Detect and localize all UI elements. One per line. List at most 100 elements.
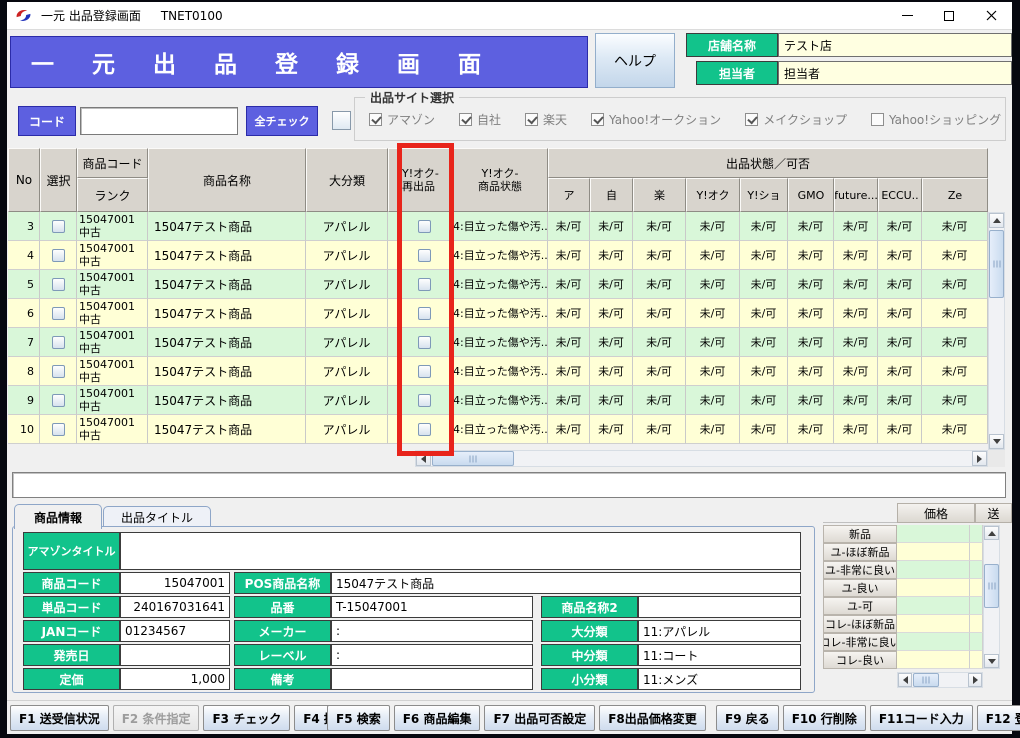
- shipping-value-cell[interactable]: [970, 579, 983, 597]
- site-checkbox-icon[interactable]: [369, 113, 382, 126]
- shipping-value-cell[interactable]: [970, 561, 983, 579]
- field-value[interactable]: 01234567: [120, 620, 230, 642]
- category-cell: アパレル: [306, 357, 388, 386]
- table-horizontal-scrollbar[interactable]: [415, 450, 988, 467]
- price-value-cell[interactable]: [897, 615, 970, 633]
- price-value-cell[interactable]: [897, 543, 970, 561]
- field-value[interactable]: :: [331, 644, 533, 666]
- reexhibit-checkbox[interactable]: [418, 307, 431, 320]
- store-name-field[interactable]: テスト店: [778, 33, 1012, 57]
- scroll-down-button[interactable]: [989, 434, 1004, 449]
- shipping-value-cell[interactable]: [970, 615, 983, 633]
- shipping-value-cell[interactable]: [970, 543, 983, 561]
- shipping-value-cell[interactable]: [970, 597, 983, 615]
- all-check-checkbox[interactable]: [332, 111, 351, 130]
- fkey-button-f12[interactable]: F12 登録: [977, 705, 1020, 731]
- row-select-checkbox[interactable]: [52, 307, 65, 320]
- code-input[interactable]: [80, 107, 238, 135]
- shipping-value-cell[interactable]: [970, 651, 983, 669]
- price-scroll-left-button[interactable]: [898, 673, 912, 687]
- fkey-button-f7[interactable]: F7 出品可否設定: [484, 705, 595, 731]
- price-row-label: ユ-可: [823, 597, 897, 615]
- field-value[interactable]: T-15047001: [331, 596, 533, 618]
- fkey-button-f5[interactable]: F5 検索: [327, 705, 390, 731]
- price-value-cell[interactable]: [897, 579, 970, 597]
- fkey-button-f10[interactable]: F10 行削除: [783, 705, 866, 731]
- site-checkbox-icon[interactable]: [871, 113, 884, 126]
- site-option-2[interactable]: 自社: [459, 111, 501, 128]
- field-value[interactable]: 1,000: [120, 668, 230, 690]
- fkey-button-f3[interactable]: F3 チェック: [203, 705, 290, 731]
- site-checkbox-icon[interactable]: [591, 113, 604, 126]
- price-value-cell[interactable]: [897, 651, 970, 669]
- price-vertical-scrollbar[interactable]: [983, 525, 1000, 669]
- scroll-up-button[interactable]: [989, 213, 1004, 228]
- field-value[interactable]: 11:コート: [638, 644, 801, 666]
- field-value[interactable]: 240167031641: [120, 596, 230, 618]
- selected-item-text-field[interactable]: [12, 472, 1006, 498]
- price-scroll-down-button[interactable]: [984, 654, 999, 668]
- horizontal-scroll-thumb[interactable]: [432, 451, 514, 466]
- site-option-6[interactable]: Yahoo!ショッピング: [871, 111, 1001, 128]
- scroll-left-button[interactable]: [416, 451, 431, 466]
- price-value-cell[interactable]: [897, 597, 970, 615]
- shipping-value-cell[interactable]: [970, 633, 983, 651]
- field-value[interactable]: [331, 668, 533, 690]
- reexhibit-checkbox[interactable]: [418, 423, 431, 436]
- shipping-value-cell[interactable]: [970, 525, 983, 543]
- reexhibit-checkbox[interactable]: [418, 249, 431, 262]
- reexhibit-checkbox[interactable]: [418, 278, 431, 291]
- scroll-right-button[interactable]: [972, 451, 987, 466]
- table-vertical-scrollbar[interactable]: [988, 212, 1005, 450]
- site-option-4[interactable]: Yahoo!オークション: [591, 111, 721, 128]
- row-select-checkbox[interactable]: [52, 394, 65, 407]
- field-value[interactable]: 15047001: [120, 572, 230, 594]
- row-select-checkbox[interactable]: [52, 278, 65, 291]
- staff-field[interactable]: 担当者: [778, 61, 1012, 85]
- row-select-checkbox[interactable]: [52, 423, 65, 436]
- field-value[interactable]: [120, 644, 230, 666]
- vertical-scroll-thumb[interactable]: [989, 230, 1004, 298]
- field-value[interactable]: 15047テスト商品: [331, 572, 801, 594]
- price-value-cell[interactable]: [897, 633, 970, 651]
- product-code-text: 15047001: [79, 271, 135, 284]
- field-value[interactable]: [638, 596, 801, 618]
- fkey-button-f6[interactable]: F6 商品編集: [394, 705, 481, 731]
- row-select-checkbox[interactable]: [52, 365, 65, 378]
- fkey-button-f11[interactable]: F11コード入力: [870, 705, 973, 731]
- site-checkbox-icon[interactable]: [745, 113, 758, 126]
- reexhibit-checkbox[interactable]: [418, 394, 431, 407]
- price-horizontal-scroll-thumb[interactable]: [913, 673, 939, 687]
- field-value[interactable]: 11:アパレル: [638, 620, 801, 642]
- fkey-button-f9[interactable]: F9 戻る: [716, 705, 779, 731]
- site-option-1[interactable]: アマゾン: [369, 111, 435, 128]
- price-value-cell[interactable]: [897, 561, 970, 579]
- tab-product-info[interactable]: 商品情報: [14, 504, 102, 529]
- maximize-button[interactable]: [928, 2, 970, 29]
- site-option-5[interactable]: メイクショップ: [745, 111, 847, 128]
- price-value-cell[interactable]: [897, 525, 970, 543]
- price-vertical-scroll-thumb[interactable]: [984, 564, 999, 608]
- site-checkbox-icon[interactable]: [525, 113, 538, 126]
- site-option-3[interactable]: 楽天: [525, 111, 567, 128]
- field-value[interactable]: :: [331, 620, 533, 642]
- site-checkbox-icon[interactable]: [459, 113, 472, 126]
- row-select-checkbox[interactable]: [52, 336, 65, 349]
- close-button[interactable]: [970, 2, 1012, 29]
- price-scroll-up-button[interactable]: [984, 526, 999, 540]
- amazon-title-field[interactable]: [120, 532, 801, 570]
- minimize-button[interactable]: [886, 2, 928, 29]
- reexhibit-checkbox[interactable]: [418, 220, 431, 233]
- price-scroll-right-button[interactable]: [968, 673, 982, 687]
- row-select-checkbox[interactable]: [52, 249, 65, 262]
- fkey-button-f1[interactable]: F1 送受信状況: [10, 705, 109, 731]
- price-horizontal-scrollbar[interactable]: [897, 672, 983, 688]
- help-button[interactable]: ヘルプ: [595, 33, 675, 88]
- field-value[interactable]: 11:メンズ: [638, 668, 801, 690]
- row-select-checkbox[interactable]: [52, 220, 65, 233]
- tab-listing-title[interactable]: 出品タイトル: [103, 506, 211, 528]
- reexhibit-checkbox[interactable]: [418, 365, 431, 378]
- fkey-button-f8[interactable]: F8出品価格変更: [599, 705, 706, 731]
- reexhibit-checkbox[interactable]: [418, 336, 431, 349]
- condition-cell: 4:目立った傷や汚...: [452, 241, 548, 270]
